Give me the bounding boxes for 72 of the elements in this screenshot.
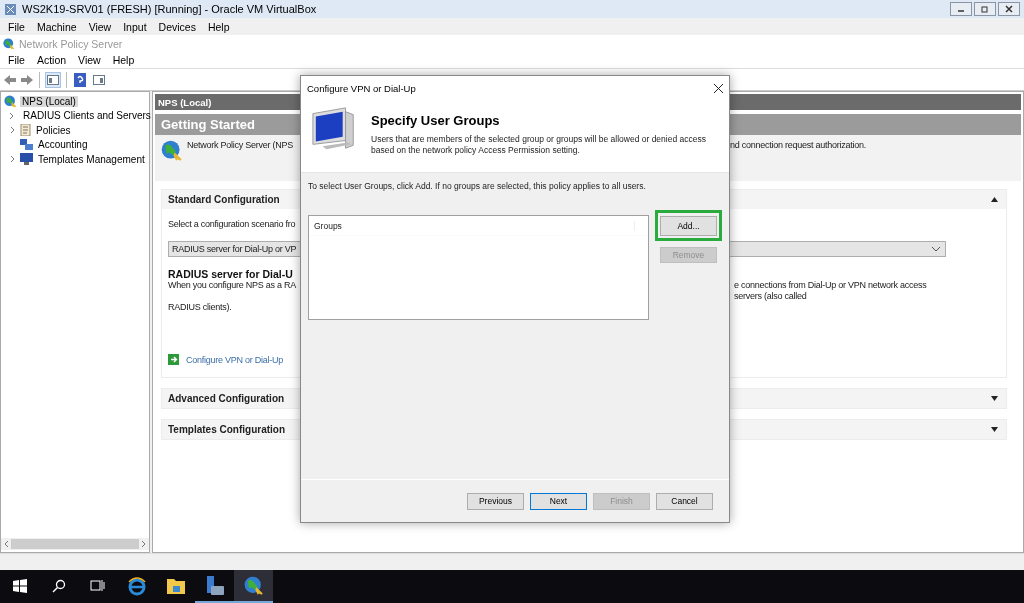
start-icon[interactable] [12,578,27,593]
forward-arrow-icon[interactable] [20,73,34,86]
tree-item[interactable]: Policies [34,124,73,136]
expand-chevron-icon[interactable] [10,127,16,134]
intro-text: nd connection request authorization. [729,140,868,151]
document-icon [20,124,31,137]
menu-item[interactable]: Help [201,20,236,33]
column-header[interactable]: Groups [309,220,635,231]
scroll-left-icon[interactable] [3,541,9,547]
help-button[interactable] [72,71,88,88]
tree-item[interactable]: Accounting [36,139,90,151]
dialog-title: Configure VPN or Dial-Up [307,83,416,94]
internet-explorer-icon[interactable] [126,575,147,596]
window-title: Network Policy Server [19,37,123,50]
menu-item[interactable]: Devices [152,20,202,33]
go-arrow-icon [168,354,179,365]
prompt-text: Select a configuration scenario fro [168,219,296,230]
expand-arrow-icon[interactable] [991,427,998,432]
app-icon [4,2,17,16]
tree-item[interactable]: Templates Management [36,153,147,165]
server-toolbox-icon[interactable] [204,574,225,597]
description-text: e connections from Dial-Up or VPN network access servers (also called [733,280,928,302]
dialog-heading: Specify User Groups [371,113,501,128]
side-button[interactable]: Add... [660,216,717,236]
expand-chevron-icon[interactable] [10,156,16,163]
dialog-description: Users that are members of the selected group or groups will be allowed or denied access based on the network policy Access Permission setting. [371,134,707,156]
menu-item[interactable]: File [2,20,31,33]
app-icon [3,37,15,50]
close-button[interactable] [998,2,1020,16]
menu-item[interactable]: Input [117,20,153,33]
intro-text: Network Policy Server (NPS [187,140,294,151]
section-title: Advanced Configuration [168,393,285,404]
globe-key-icon [243,575,264,596]
collapse-arrow-icon[interactable] [991,197,998,202]
scenario-title: RADIUS server for Dial-U [168,268,293,280]
wizard-button[interactable]: Previous [467,492,524,510]
wizard-button[interactable]: Cancel [656,492,713,510]
close-icon[interactable] [714,84,723,93]
expand-chevron-icon[interactable] [9,112,15,119]
configure-link[interactable]: Configure VPN or Dial-Up [186,354,284,365]
description-text: RADIUS clients). [168,302,232,313]
expand-arrow-icon[interactable] [991,396,998,401]
scroll-right-icon[interactable] [141,541,147,547]
menu-item[interactable]: View [72,54,107,66]
console-tree-toggle-button[interactable] [45,71,61,88]
tree-item[interactable]: RADIUS Clients and Servers [21,110,153,122]
dropdown-chevron-icon [932,246,940,252]
search-icon[interactable] [51,578,66,593]
tree-item[interactable]: NPS (Local) [20,95,78,107]
horizontal-scrollbar[interactable] [1,538,149,550]
menu-item[interactable]: Action [30,54,73,66]
globe-icon [4,94,17,108]
computers-icon [20,138,33,151]
description-text: When you configure NPS as a RA [168,280,298,291]
task-view-icon[interactable] [90,579,105,592]
section-title: Standard Configuration [168,194,280,205]
restore-icon [981,5,989,13]
section-title: Templates Configuration [168,424,286,435]
menu-item[interactable]: File [2,54,31,66]
globe-key-icon [161,140,183,162]
wizard-button[interactable]: Next [530,492,587,510]
menu-item[interactable]: View [82,20,118,33]
folder-icon[interactable] [165,576,186,595]
minimize-button[interactable] [950,2,972,16]
instruction-text: To select User Groups, click Add. If no groups are selected, this policy applies to all users. [308,181,647,191]
back-arrow-icon[interactable] [3,73,17,86]
close-icon [1005,5,1013,13]
window-title: WS2K19-SRV01 (FRESH) [Running] - Oracle VM VirtualBox [22,3,318,15]
monitor-icon [20,153,33,166]
menu-item[interactable]: Help [106,54,141,66]
groups-list[interactable]: Groups [308,215,649,320]
menu-item[interactable]: Machine [30,20,83,33]
